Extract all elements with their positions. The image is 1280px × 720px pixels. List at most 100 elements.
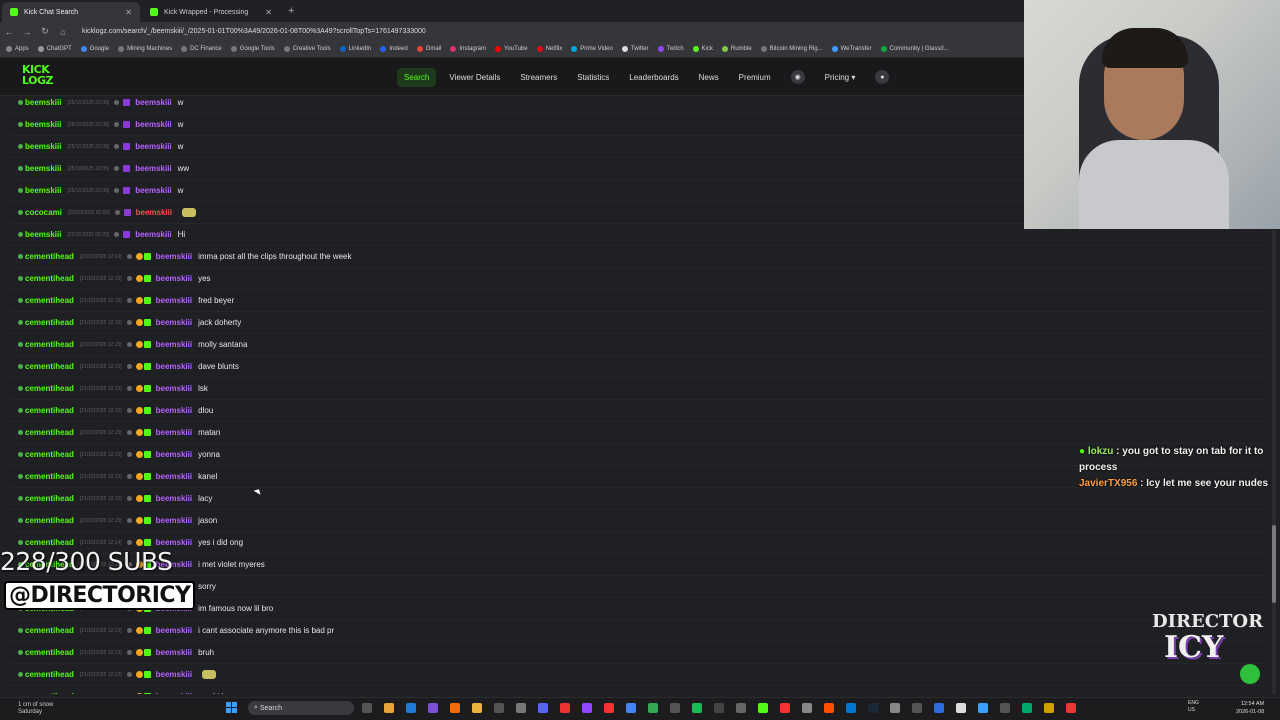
chat-channel[interactable]: beemskiii [156, 318, 192, 327]
nav-viewer-details[interactable]: Viewer Details [449, 73, 500, 82]
chat-sender[interactable]: beemskiii [18, 142, 61, 151]
chat-sender[interactable]: cementihead [18, 648, 74, 657]
chat-sender[interactable]: cementihead [18, 626, 74, 635]
bookmark-item[interactable]: WeTransfer [831, 46, 872, 52]
app-icon[interactable] [846, 703, 856, 713]
scrollbar-track[interactable] [1272, 230, 1276, 694]
app-icon[interactable] [714, 703, 724, 713]
view-icon[interactable] [114, 144, 120, 149]
chat-channel[interactable]: beemskiii [156, 472, 192, 481]
app-icon[interactable] [934, 703, 944, 713]
bookmark-item[interactable]: Indeed [380, 46, 408, 52]
chat-sender[interactable]: cementihead [18, 362, 74, 371]
bookmark-item[interactable]: Mining Machines [118, 46, 172, 52]
app-icon[interactable] [494, 703, 504, 713]
scrollbar-thumb[interactable] [1272, 525, 1276, 603]
chat-sender[interactable]: beemskiii [18, 120, 61, 129]
chat-sender[interactable]: cementihead [18, 670, 74, 679]
close-tab-icon[interactable]: ✕ [125, 8, 132, 17]
app-icon[interactable] [1066, 703, 1076, 713]
bookmark-item[interactable]: Google Tools [230, 46, 275, 52]
chrome-icon[interactable] [626, 703, 636, 713]
spotify-icon[interactable] [692, 703, 702, 713]
chat-channel[interactable]: beemskiii [156, 296, 192, 305]
nav-news[interactable]: News [699, 73, 719, 82]
chat-sender[interactable]: beemskiii [18, 164, 61, 173]
chat-channel[interactable]: beemskiii [156, 538, 192, 547]
app-icon[interactable] [560, 703, 570, 713]
tab-kick-chat-search[interactable]: Kick Chat Search ✕ [2, 2, 140, 22]
close-tab-icon[interactable]: ✕ [265, 8, 272, 17]
chat-sender[interactable]: cococami [18, 208, 62, 217]
chat-sender[interactable]: cementihead [18, 428, 74, 437]
chat-channel[interactable]: beemskiii [156, 692, 192, 694]
chat-channel[interactable]: beemskiii [156, 252, 192, 261]
view-icon[interactable] [126, 408, 132, 413]
view-icon[interactable] [126, 672, 132, 677]
view-icon[interactable] [126, 650, 132, 655]
opera-icon[interactable] [604, 703, 614, 713]
chat-sender[interactable]: cementihead [18, 296, 74, 305]
chat-sender[interactable]: cementihead [18, 692, 74, 694]
home-icon[interactable]: ⌂ [54, 27, 72, 37]
chat-sender[interactable]: cementihead [18, 472, 74, 481]
bookmark-item[interactable]: Google [80, 46, 109, 52]
url-input[interactable]: kicklogz.com/search/_/beemskiii/_/2025-0… [82, 28, 426, 35]
bookmark-item[interactable]: YouTube [495, 46, 528, 52]
bookmark-item[interactable]: ChatGPT [37, 46, 72, 52]
nav-pricing[interactable]: Pricing ▾ [825, 73, 856, 82]
chat-sender[interactable]: cementihead [18, 252, 74, 261]
view-icon[interactable] [114, 100, 120, 105]
discord-icon[interactable]: ◉ [790, 70, 805, 84]
nav-premium[interactable]: Premium [739, 73, 771, 82]
bookmark-item[interactable]: Bitcoin Mining Rig... [760, 46, 823, 52]
chat-sender[interactable]: beemskiii [18, 186, 61, 195]
chat-channel[interactable]: beemskiii [136, 208, 172, 217]
view-icon[interactable] [126, 386, 132, 391]
chat-sender[interactable]: cementihead [18, 340, 74, 349]
view-icon[interactable] [114, 188, 120, 193]
app-icon[interactable] [1044, 703, 1054, 713]
app-icon[interactable] [516, 703, 526, 713]
weather-widget[interactable]: 1 cm of snow Saturday [18, 702, 53, 716]
app-icon[interactable] [648, 703, 658, 713]
app-icon[interactable] [802, 703, 812, 713]
bookmark-item[interactable]: Community | Glassd... [880, 46, 949, 52]
file-explorer-icon[interactable] [384, 703, 394, 713]
view-icon[interactable] [114, 232, 120, 237]
kicklogz-logo[interactable]: KICK LOGZ [22, 64, 66, 88]
system-clock[interactable]: 12:54 AM 2026-01-08 [1236, 700, 1264, 716]
chat-sender[interactable]: beemskiii [18, 230, 61, 239]
app-icon[interactable] [670, 703, 680, 713]
chat-sender[interactable]: cementihead [18, 450, 74, 459]
view-icon[interactable] [114, 166, 120, 171]
kick-icon[interactable] [758, 703, 768, 713]
nav-streamers[interactable]: Streamers [520, 73, 557, 82]
view-icon[interactable] [126, 276, 132, 281]
chat-channel[interactable]: beemskiii [135, 142, 171, 151]
app-icon[interactable] [978, 703, 988, 713]
app-icon[interactable] [824, 703, 834, 713]
bookmark-item[interactable]: Kick [692, 46, 713, 52]
bookmark-item[interactable]: Twitter [621, 46, 649, 52]
view-icon[interactable] [126, 452, 132, 457]
chat-channel[interactable]: beemskiii [156, 494, 192, 503]
steam-icon[interactable] [868, 703, 878, 713]
view-icon[interactable] [126, 518, 132, 523]
language-indicator[interactable]: ENG US [1188, 700, 1199, 714]
nav-search[interactable]: Search [397, 67, 437, 87]
bookmark-item[interactable]: Netflix [536, 46, 562, 52]
chat-channel[interactable]: beemskiii [156, 626, 192, 635]
app-icon[interactable] [1000, 703, 1010, 713]
chat-channel[interactable]: beemskiii [156, 516, 192, 525]
new-tab-button[interactable]: + [288, 5, 294, 17]
chat-channel[interactable]: beemskiii [135, 120, 171, 129]
task-view-icon[interactable] [362, 703, 372, 713]
chat-sender[interactable]: cementihead [18, 274, 74, 283]
app-icon[interactable] [780, 703, 790, 713]
chat-sender[interactable]: cementihead [18, 406, 74, 415]
chat-channel[interactable]: beemskiii [156, 648, 192, 657]
bookmark-item[interactable]: Creative Tools [283, 46, 331, 52]
x-icon[interactable] [956, 703, 966, 713]
chat-channel[interactable]: beemskiii [156, 384, 192, 393]
